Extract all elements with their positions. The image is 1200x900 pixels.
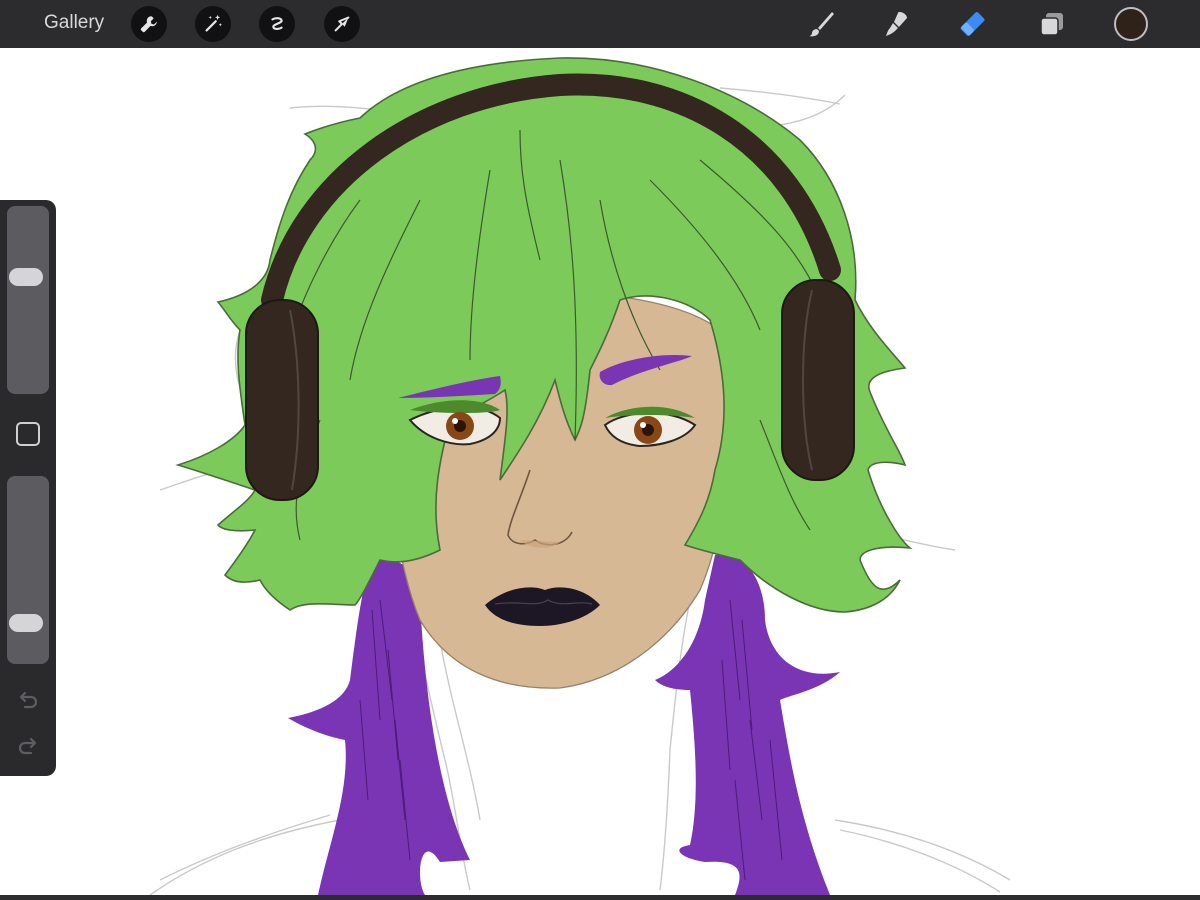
adjustments-button[interactable] [195,6,231,42]
selection-icon [271,17,283,30]
opacity-knob[interactable] [9,614,43,633]
eraser-icon [960,12,985,36]
transform-button[interactable] [324,6,360,42]
selection-button[interactable] [259,6,295,42]
left-sidebar [0,200,56,776]
transform-icon [334,16,350,32]
magic-wand-icon [205,14,222,32]
smudge-icon [886,12,907,36]
brush-size-slider[interactable] [7,206,49,394]
undo-icon [19,691,38,709]
redo-icon [18,737,37,755]
brush-tool-button[interactable] [803,6,839,42]
wrench-icon [140,16,157,33]
redo-button[interactable] [14,732,42,760]
gallery-button[interactable]: Gallery [44,12,104,34]
smudge-tool-button[interactable] [879,6,915,42]
undo-button[interactable] [14,686,42,714]
brush-icon [809,12,834,37]
layers-button[interactable] [1034,6,1070,42]
brush-size-knob[interactable] [9,268,43,287]
color-swatch[interactable] [1114,7,1148,41]
actions-button[interactable] [131,6,167,42]
eraser-tool-button[interactable] [956,6,992,42]
layers-icon [1040,13,1063,36]
artwork [149,57,1011,895]
drawing-canvas[interactable] [0,48,1200,895]
opacity-slider[interactable] [7,476,49,664]
modify-button[interactable] [16,422,40,446]
top-toolbar: Gallery [0,0,1200,48]
screen-bottom-edge [0,895,1200,900]
